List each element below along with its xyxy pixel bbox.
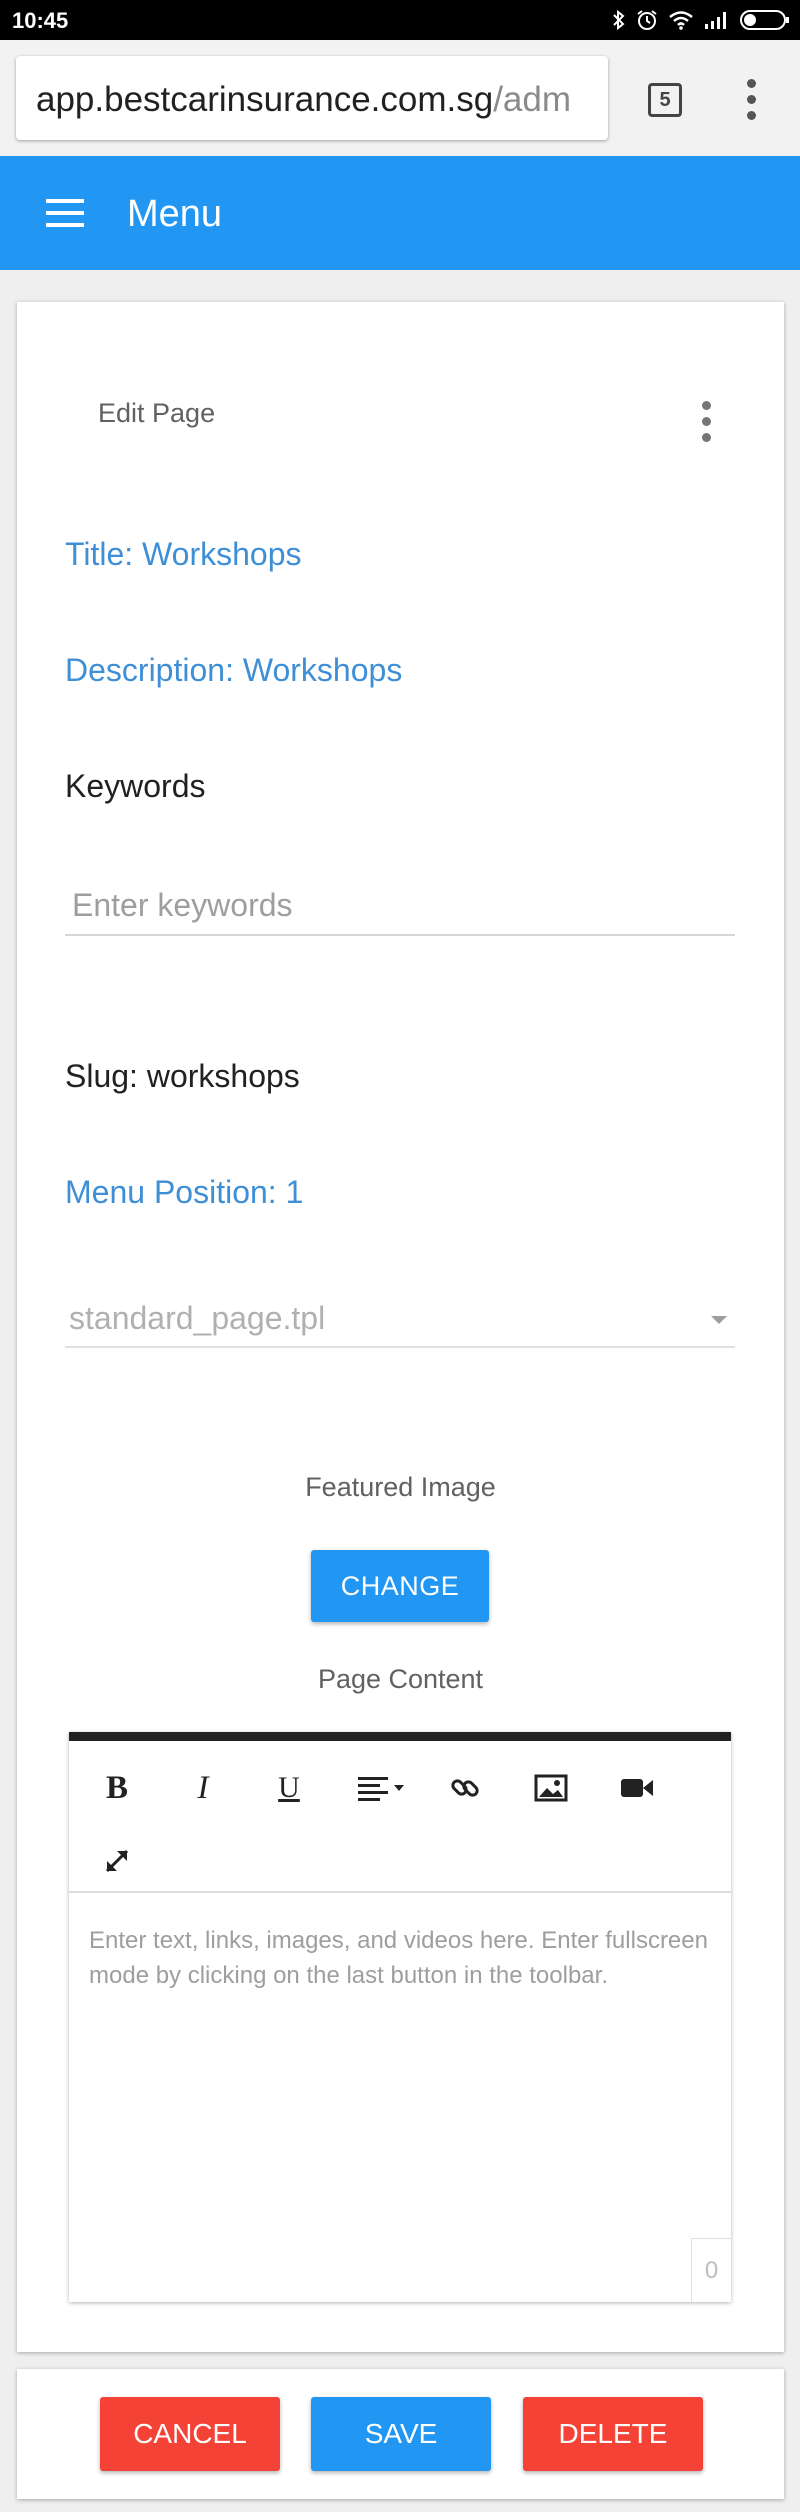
rich-text-editor: B I U Enter text, links, images, and vid… [69,1732,731,2302]
url-path: /adm [493,80,571,119]
signal-icon [705,12,726,29]
editor-toolbar: B I U [69,1741,731,1893]
action-bar: CANCEL SAVE DELETE [17,2369,784,2499]
keywords-label: Keywords [65,768,206,804]
caret-down-icon [711,1316,727,1324]
more-vert-dot [747,111,756,120]
template-select-value: standard_page.tpl [69,1300,326,1336]
status-time: 10:45 [12,8,69,33]
hamburger-line [46,223,84,227]
more-vert-icon [747,79,756,88]
description-field[interactable]: Description: Workshops [65,652,402,689]
card-title: Edit Page [98,398,216,428]
image-icon[interactable] [525,1762,577,1814]
more-vert-dot [702,433,711,442]
change-image-button[interactable]: CHANGE [311,1550,489,1622]
underline-icon[interactable]: U [263,1762,315,1814]
more-vert-dot [747,95,756,104]
video-icon[interactable] [611,1762,663,1814]
url-text: app.bestcarinsurance.com.sg/adm [36,80,571,120]
bluetooth-icon [613,9,625,31]
battery-icon [740,10,789,30]
delete-button[interactable]: DELETE [523,2397,703,2471]
char-count: 0 [691,2238,731,2302]
page-content-label: Page Content [317,1664,484,1694]
wifi-icon [669,11,693,30]
featured-image-label: Featured Image [305,1472,496,1502]
editor-content-area[interactable]: Enter text, links, images, and videos he… [89,1923,719,1993]
browser-toolbar: app.bestcarinsurance.com.sg/adm 5 [0,40,800,156]
tab-switcher-button[interactable]: 5 [648,83,682,117]
card-menu-button[interactable] [697,398,717,446]
link-icon[interactable] [439,1762,491,1814]
browser-menu-button[interactable] [742,76,762,124]
edit-page-card: Edit Page Title: Workshops Description: … [17,302,784,2352]
hamburger-line [46,211,84,215]
hamburger-line [46,199,84,203]
url-domain: app.bestcarinsurance.com.sg [36,80,494,119]
hamburger-menu-icon[interactable] [46,199,84,227]
fullscreen-icon[interactable] [91,1835,143,1887]
italic-icon[interactable]: I [177,1762,229,1814]
template-select[interactable]: standard_page.tpl [65,1290,735,1348]
cancel-button[interactable]: CANCEL [100,2397,280,2471]
status-icons [612,6,790,34]
alarm-icon [637,10,657,30]
align-icon[interactable] [353,1762,415,1814]
slug-field[interactable]: Slug: workshops [65,1058,300,1095]
header-title: Menu [127,193,223,235]
keywords-input[interactable] [65,876,735,936]
status-bar: 10:45 [0,0,800,40]
address-bar[interactable]: app.bestcarinsurance.com.sg/adm [16,56,608,140]
app-header: Menu [0,156,800,270]
save-button[interactable]: SAVE [311,2397,491,2471]
bold-icon[interactable]: B [91,1762,143,1814]
more-vert-icon [702,401,711,410]
menu-position-field[interactable]: Menu Position: 1 [65,1174,303,1211]
more-vert-dot [702,417,711,426]
title-field[interactable]: Title: Workshops [65,536,302,573]
